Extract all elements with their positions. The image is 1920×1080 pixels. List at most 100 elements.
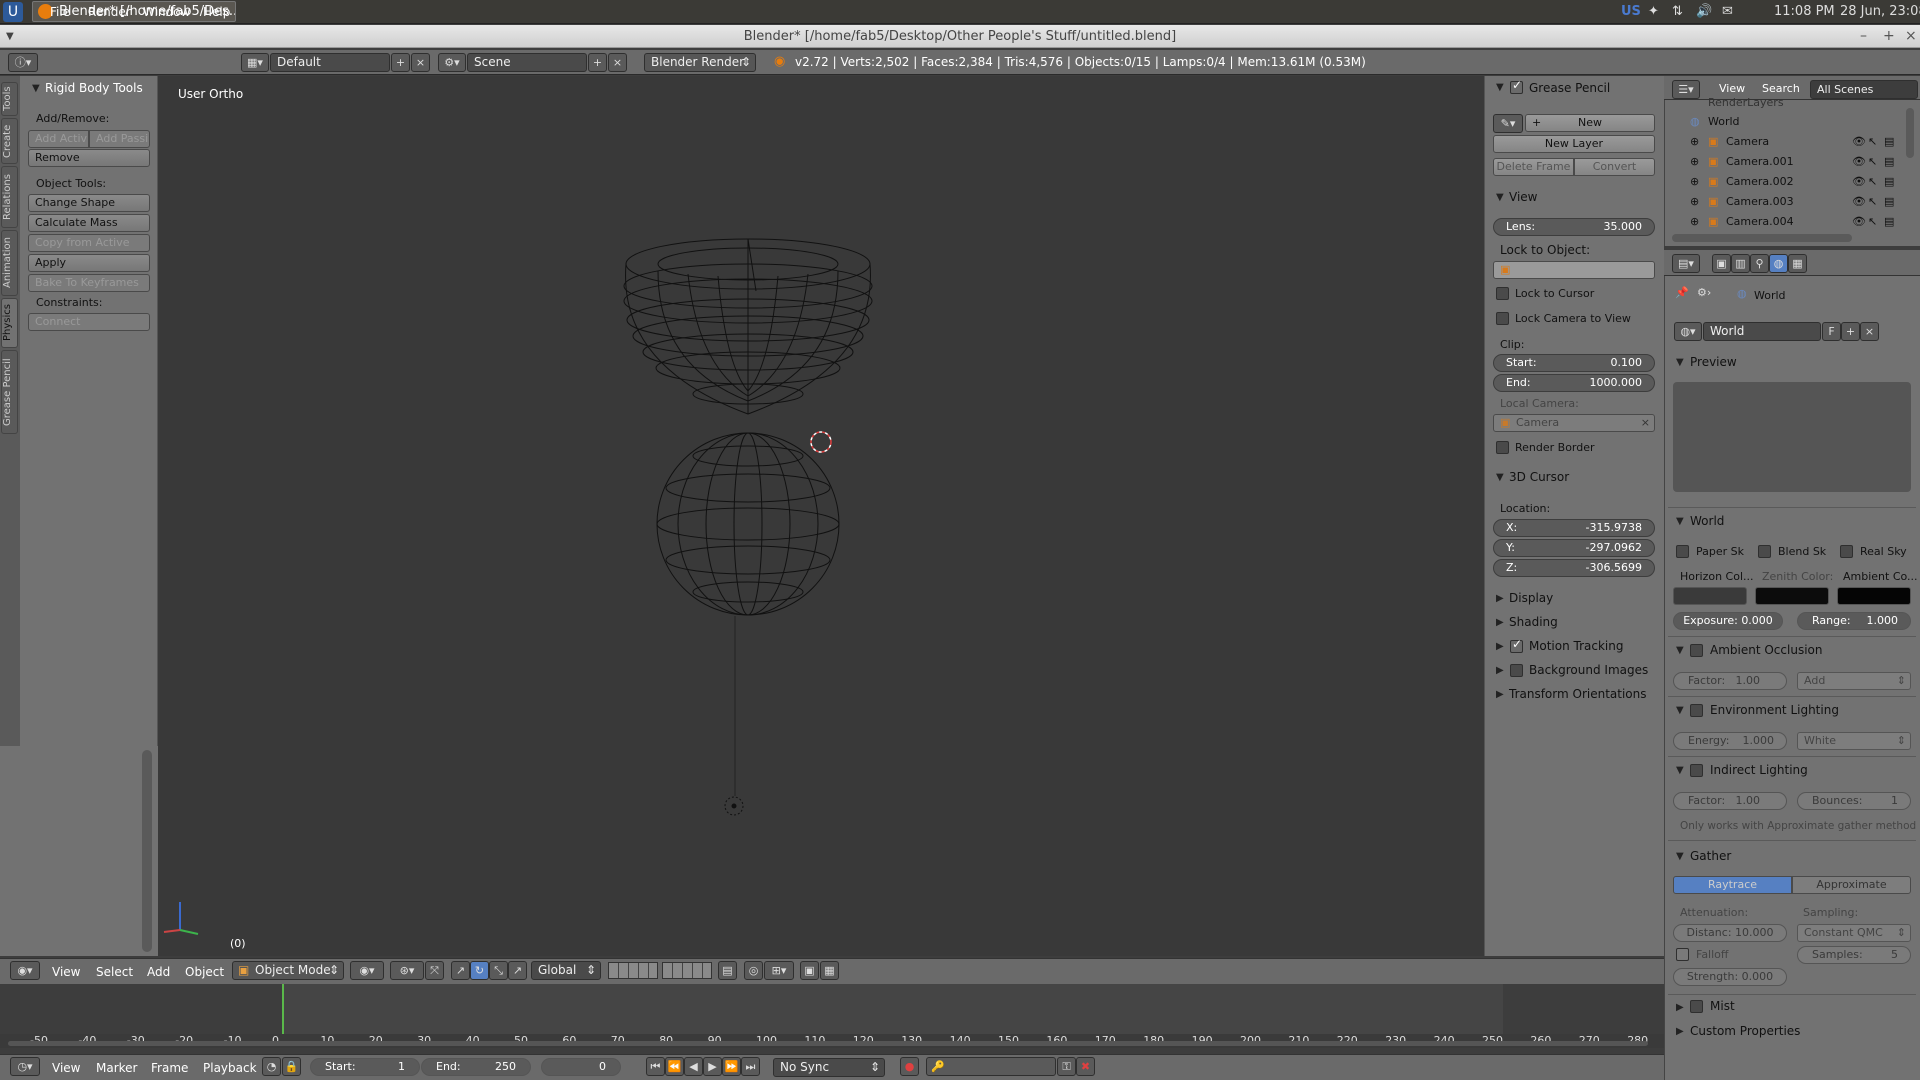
background-images-title[interactable]: Background Images	[1529, 663, 1648, 677]
volume-icon[interactable]: 🔊	[1696, 4, 1712, 19]
view-panel-title[interactable]: View	[1509, 190, 1537, 204]
mist-checkbox[interactable]	[1690, 1000, 1703, 1013]
select-arrow-icon[interactable]: ↖	[1868, 213, 1877, 231]
panel-collapse-icon[interactable]: ▼	[32, 83, 40, 94]
new-grease-pencil-button[interactable]: + New	[1525, 114, 1655, 132]
jump-to-next-keyframe-icon[interactable]: ⏩	[722, 1057, 741, 1076]
scale-manipulator-2-icon[interactable]: ↗	[508, 961, 527, 980]
add-world-icon[interactable]: +	[1841, 322, 1860, 341]
outliner-row-camera-002[interactable]: ⊕ ▣ Camera.002 👁 ↖ ▤	[1672, 173, 1902, 191]
play-reverse-icon[interactable]: ◀	[684, 1057, 703, 1076]
view-collapse-icon[interactable]: ▼	[1496, 192, 1504, 203]
env-lighting-collapse-icon[interactable]: ▼	[1676, 705, 1684, 716]
properties-editor-type-icon[interactable]: ▤▾	[1672, 254, 1700, 273]
tab-create[interactable]: Create	[1, 118, 18, 164]
motion-tracking-title[interactable]: Motion Tracking	[1529, 639, 1623, 653]
background-images-checkbox[interactable]	[1510, 664, 1523, 677]
render-engine-select[interactable]: Blender Render ⇕	[644, 53, 756, 72]
real-sky-checkbox[interactable]	[1840, 545, 1853, 558]
select-arrow-icon[interactable]: ↖	[1868, 193, 1877, 211]
clip-start-field[interactable]: Start: 0.100	[1493, 354, 1655, 372]
visibility-eye-icon[interactable]: 👁	[1852, 153, 1866, 171]
ambient-occlusion-title[interactable]: Ambient Occlusion	[1710, 643, 1822, 657]
cursor-z-field[interactable]: Z: -306.5699	[1493, 559, 1655, 577]
keyboard-layout-indicator[interactable]: US	[1621, 4, 1641, 19]
gather-title[interactable]: Gather	[1690, 849, 1731, 863]
convert-button[interactable]: Convert	[1574, 158, 1655, 176]
record-icon[interactable]: ●	[900, 1057, 919, 1076]
tab-physics[interactable]: Physics	[1, 298, 18, 348]
lock-to-cursor-checkbox[interactable]	[1496, 287, 1509, 300]
falloff-checkbox[interactable]	[1676, 948, 1689, 961]
transform-orientations-title[interactable]: Transform Orientations	[1509, 687, 1647, 701]
display-panel-title[interactable]: Display	[1509, 591, 1553, 605]
jump-to-end-icon[interactable]: ⏭	[741, 1057, 760, 1076]
environment-lighting-checkbox[interactable]	[1690, 704, 1703, 717]
expand-icon[interactable]: ⊕	[1690, 173, 1699, 191]
motion-tracking-expand-icon[interactable]: ▶	[1496, 641, 1504, 652]
timeline-menu-playback[interactable]: Playback	[203, 1061, 257, 1075]
current-frame-marker[interactable]	[282, 984, 284, 1034]
timeline-editor-type-icon[interactable]: ◷▾	[10, 1057, 40, 1076]
viewport-menu-add[interactable]: Add	[147, 965, 170, 979]
new-layer-button[interactable]: New Layer	[1493, 135, 1655, 153]
world-panel-title[interactable]: World	[1690, 514, 1724, 528]
bake-to-keyframes-button[interactable]: Bake To Keyframes	[28, 274, 150, 292]
cursor-y-field[interactable]: Y: -297.0962	[1493, 539, 1655, 557]
outliner-row-camera-001[interactable]: ⊕ ▣ Camera.001 👁 ↖ ▤	[1672, 153, 1902, 171]
env-color-select[interactable]: White ⇕	[1797, 732, 1911, 750]
grease-pencil-collapse-icon[interactable]: ▼	[1496, 82, 1504, 93]
mist-expand-icon[interactable]: ▶	[1676, 1002, 1684, 1013]
environment-lighting-title[interactable]: Environment Lighting	[1710, 703, 1839, 717]
editor-type-info-icon[interactable]: ⓘ▾	[8, 53, 38, 72]
remove-layout-icon[interactable]: ×	[411, 53, 430, 72]
toolshelf-scrollbar[interactable]	[142, 750, 152, 952]
dropbox-icon[interactable]: ✦	[1648, 4, 1659, 19]
timeline-menu-view[interactable]: View	[52, 1061, 80, 1075]
outliner-row-camera-003[interactable]: ⊕ ▣ Camera.003 👁 ↖ ▤	[1672, 193, 1902, 211]
unlink-world-icon[interactable]: ×	[1860, 322, 1879, 341]
sync-mode-select[interactable]: No Sync ⇕	[773, 1058, 885, 1077]
viewport-menu-object[interactable]: Object	[185, 965, 224, 979]
expand-icon[interactable]: ⊕	[1690, 213, 1699, 231]
scene-tab-icon[interactable]: ⚲	[1750, 254, 1769, 273]
viewport-editor-type-icon[interactable]: ◉▾	[10, 961, 40, 980]
change-shape-button[interactable]: Change Shape	[28, 194, 150, 212]
outliner-row-camera[interactable]: ⊕ ▣ Camera 👁 ↖ ▤	[1672, 133, 1902, 151]
rotate-manipulator-icon[interactable]: ↻	[470, 961, 489, 980]
visibility-eye-icon[interactable]: 👁	[1852, 133, 1866, 151]
keying-set-field[interactable]: 🔑	[926, 1057, 1056, 1076]
fake-user-button[interactable]: F	[1822, 322, 1841, 341]
render-camera-icon[interactable]: ▤	[1884, 153, 1894, 171]
current-frame-field[interactable]: 0	[541, 1058, 621, 1076]
horizon-color-swatch[interactable]	[1673, 587, 1747, 605]
add-scene-icon[interactable]: +	[588, 53, 607, 72]
layer-buttons-group-1[interactable]	[608, 962, 658, 979]
close-icon[interactable]: ×	[1905, 25, 1917, 48]
maximize-icon[interactable]: +	[1883, 25, 1895, 48]
visibility-eye-icon[interactable]: 👁	[1852, 173, 1866, 191]
remove-button[interactable]: Remove	[28, 149, 150, 167]
menu-window[interactable]: Window	[143, 5, 190, 19]
sampling-mode-select[interactable]: Constant QMC ⇕	[1797, 924, 1911, 942]
raytrace-button[interactable]: Raytrace	[1673, 876, 1792, 894]
add-layout-icon[interactable]: +	[391, 53, 410, 72]
screen-layout-icon[interactable]: ▦▾	[241, 53, 269, 72]
clip-end-field[interactable]: End: 1000.000	[1493, 374, 1655, 392]
zenith-color-swatch[interactable]	[1755, 587, 1829, 605]
ambient-occlusion-checkbox[interactable]	[1690, 644, 1703, 657]
outliner-row-renderlayers[interactable]: RenderLayers	[1672, 94, 1902, 112]
ao-factor-field[interactable]: Factor: 1.00	[1673, 672, 1787, 690]
jump-to-start-icon[interactable]: ⏮	[646, 1057, 665, 1076]
menu-file[interactable]: File	[50, 5, 70, 19]
lens-field[interactable]: Lens: 35.000	[1493, 218, 1655, 236]
clear-icon[interactable]: ×	[1641, 415, 1650, 431]
pivot-point-icon[interactable]: ⊛▾	[390, 961, 424, 980]
window-menu-icon[interactable]: ▼	[6, 25, 14, 48]
outliner-h-scrollbar[interactable]	[1672, 234, 1852, 242]
proportional-edit-icon[interactable]: ◎	[744, 961, 763, 980]
preview-panel-title[interactable]: Preview	[1690, 355, 1737, 369]
minimize-icon[interactable]: –	[1860, 25, 1867, 48]
gather-collapse-icon[interactable]: ▼	[1676, 851, 1684, 862]
local-camera-field[interactable]: ▣ Camera ×	[1493, 414, 1655, 432]
